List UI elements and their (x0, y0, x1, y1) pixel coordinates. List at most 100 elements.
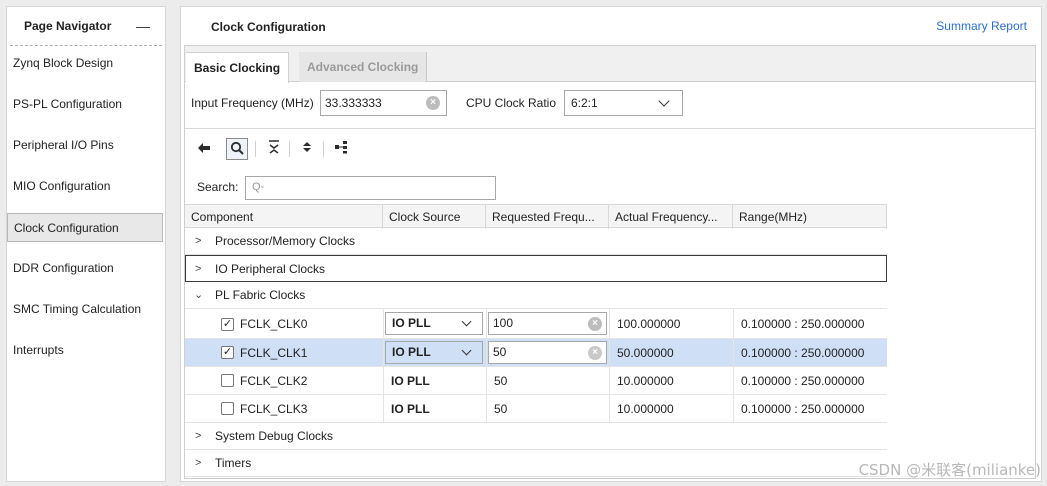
actual-frequency: 50.000000 (617, 346, 674, 360)
clock-source-select[interactable]: IO PLL (385, 341, 483, 364)
group-label: PL Fabric Clocks (215, 288, 306, 302)
checkbox[interactable] (221, 374, 234, 387)
summary-report-link[interactable]: Summary Report (936, 19, 1027, 33)
chevron-down-icon (461, 345, 472, 356)
divider (609, 309, 610, 338)
nav-item-zynq-block-design[interactable]: Zynq Block Design (7, 49, 165, 90)
requested-frequency-value: 100 (493, 316, 514, 330)
column-header-actual-frequency[interactable]: Actual Frequency... (609, 205, 733, 229)
clear-icon[interactable]: × (426, 96, 440, 110)
checkbox[interactable] (221, 402, 234, 415)
table-row[interactable]: ✓ FCLK_CLK0 IO PLL 100 × 100.000000 0.10… (185, 309, 887, 339)
component-name: FCLK_CLK0 (240, 317, 308, 331)
back-arrow-icon[interactable] (193, 138, 215, 160)
cpu-clock-ratio-select[interactable]: 6:2:1 (564, 90, 683, 116)
divider (383, 339, 384, 366)
clock-source-value: IO PLL (391, 374, 430, 388)
clock-configuration-panel: Clock Configuration Summary Report Basic… (180, 6, 1042, 482)
range-value: 0.100000 : 250.000000 (741, 374, 865, 388)
table-row[interactable]: FCLK_CLK2 IO PLL 50 10.000000 0.100000 :… (185, 367, 887, 395)
divider (733, 309, 734, 338)
collapse-all-icon[interactable] (263, 138, 285, 160)
divider (609, 339, 610, 366)
page-navigator-title: Page Navigator (24, 19, 112, 33)
component-name: FCLK_CLK1 (240, 346, 308, 360)
chevron-right-icon[interactable]: > (195, 450, 201, 477)
tree-group-row[interactable]: > Processor/Memory Clocks (185, 228, 887, 255)
actual-frequency: 10.000000 (617, 374, 674, 388)
actual-frequency: 10.000000 (617, 402, 674, 416)
tree-group-row[interactable]: > IO Peripheral Clocks (185, 255, 887, 282)
tree-toolbar (185, 138, 1035, 162)
nav-item-mio-configuration[interactable]: MIO Configuration (7, 172, 165, 213)
minimize-icon[interactable]: — (136, 18, 150, 34)
requested-frequency-input[interactable]: 50 × (488, 341, 607, 364)
chevron-right-icon[interactable]: > (195, 228, 201, 255)
input-frequency-field[interactable]: 33.333333 × (320, 90, 447, 116)
group-label: System Debug Clocks (215, 429, 334, 443)
checkbox[interactable]: ✓ (221, 318, 234, 331)
table-header: Component Clock Source Requested Frequ..… (185, 204, 887, 229)
column-header-range[interactable]: Range(MHz) (733, 205, 887, 229)
tab-bar: Basic Clocking Advanced Clocking (185, 46, 1035, 83)
tree-group-row[interactable]: > Timers (185, 450, 887, 477)
page-title: Clock Configuration (211, 20, 326, 34)
clock-input-row: Input Frequency (MHz) 33.333333 × CPU Cl… (185, 88, 1035, 118)
tab-basic-clocking[interactable]: Basic Clocking (186, 52, 290, 83)
nav-item-interrupts[interactable]: Interrupts (7, 336, 165, 377)
clock-source-value: IO PLL (391, 402, 430, 416)
tree-group-row[interactable]: > System Debug Clocks (185, 423, 887, 450)
nav-item-clock-configuration[interactable]: Clock Configuration (7, 213, 163, 242)
table-row[interactable]: ✓ FCLK_CLK1 IO PLL 50 × 50.000000 0.1000… (185, 339, 887, 367)
expand-all-icon[interactable] (296, 138, 318, 160)
watermark: CSDN @米联客(milianke) (858, 461, 1041, 479)
clock-source-select[interactable]: IO PLL (385, 312, 483, 335)
requested-frequency-value: 50 (494, 374, 508, 388)
hierarchy-icon[interactable] (330, 138, 352, 160)
page-navigator-header: Page Navigator — (10, 7, 162, 46)
range-value: 0.100000 : 250.000000 (741, 402, 865, 416)
chevron-right-icon[interactable]: > (195, 256, 201, 283)
search-icon[interactable] (226, 138, 248, 160)
column-header-component[interactable]: Component (185, 205, 383, 229)
chevron-down-icon (461, 316, 472, 327)
checkbox[interactable]: ✓ (221, 346, 234, 359)
divider (733, 395, 734, 422)
clear-icon[interactable]: × (588, 317, 602, 331)
clear-icon[interactable]: × (588, 346, 602, 360)
nav-item-ddr-configuration[interactable]: DDR Configuration (7, 254, 165, 295)
clock-source-value: IO PLL (392, 345, 431, 359)
toolbar-separator (323, 141, 324, 157)
search-input[interactable]: Q- (245, 176, 496, 200)
table-row[interactable]: FCLK_CLK3 IO PLL 50 10.000000 0.100000 :… (185, 395, 887, 423)
nav-item-smc-timing-calculation[interactable]: SMC Timing Calculation (7, 295, 165, 336)
chevron-right-icon[interactable]: > (195, 423, 201, 450)
search-label: Search: (197, 180, 239, 194)
nav-item-ps-pl-configuration[interactable]: PS-PL Configuration (7, 90, 165, 131)
toolbar-separator (255, 141, 256, 157)
tab-advanced-clocking[interactable]: Advanced Clocking (299, 52, 428, 82)
divider (733, 367, 734, 394)
divider (383, 367, 384, 394)
chevron-down-icon[interactable]: ⌄ (194, 282, 203, 309)
divider (486, 367, 487, 394)
group-label: IO Peripheral Clocks (215, 262, 326, 276)
requested-frequency-input[interactable]: 100 × (488, 312, 607, 335)
group-label: Processor/Memory Clocks (215, 234, 356, 248)
column-header-requested-frequency[interactable]: Requested Frequ... (486, 205, 609, 229)
config-frame: Basic Clocking Advanced Clocking Input F… (184, 45, 1036, 479)
divider (486, 395, 487, 422)
divider (733, 339, 734, 366)
search-row: Search: Q- (185, 174, 1035, 202)
column-header-clock-source[interactable]: Clock Source (383, 205, 486, 229)
nav-item-peripheral-io-pins[interactable]: Peripheral I/O Pins (7, 131, 165, 172)
clock-table: Component Clock Source Requested Frequ..… (185, 204, 887, 477)
component-name: FCLK_CLK2 (240, 374, 308, 388)
divider (486, 309, 487, 338)
requested-frequency-value: 50 (494, 402, 508, 416)
tree-group-row[interactable]: ⌄ PL Fabric Clocks (185, 282, 887, 309)
requested-frequency-value: 50 (493, 345, 507, 359)
cpu-clock-ratio-value: 6:2:1 (571, 96, 598, 110)
actual-frequency: 100.000000 (617, 317, 681, 331)
group-label: Timers (215, 456, 252, 470)
